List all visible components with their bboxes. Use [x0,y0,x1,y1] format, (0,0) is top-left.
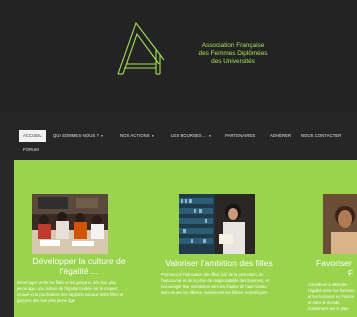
nav-label: NOUS CONTACTER [301,133,342,138]
nav-label: QUI SOMMES-NOUS ? [53,133,99,138]
feature-text: Promouvoir l'éducation des filles (clé d… [161,272,269,295]
feature-title-line: Favoriser [316,258,352,268]
nav-item-qui-sommes-nous[interactable]: QUI SOMMES-NOUS ? ▾ [53,130,103,142]
nav-label: ACCUEIL [23,133,42,138]
nav-item-forum[interactable]: FORUM [23,144,39,156]
nav-item-partenaires[interactable]: PARTENAIRES [225,130,255,142]
nav-item-adherer[interactable]: ADHÉRER [270,130,291,142]
women-photo [323,194,357,254]
feature-text: Contribuer à atteindre l'égalité entre l… [308,282,355,311]
site-title[interactable]: Association Française des Femmes Diplômé… [168,42,298,66]
feature-title-line: l'égalité ... [59,266,99,276]
classroom-photo [32,194,108,254]
afdu-logo-icon[interactable] [112,20,170,76]
chevron-down-icon: ▾ [208,134,211,138]
feature-title[interactable]: Développer la culture de l'égalité ... [14,256,144,276]
site-title-line-3: des Universités [211,58,255,65]
library-photo [179,194,255,254]
feature-title-line: Développer la culture de [32,256,126,266]
feature-title-line: F [348,268,354,278]
nav-label: PARTENAIRES [225,133,256,138]
chevron-down-icon: ▾ [152,134,154,138]
features-section: Développer la culture de l'égalité ... D… [14,160,357,317]
site-title-line-1: Association Française [201,42,265,49]
chevron-down-icon: ▾ [101,134,104,138]
feature-title[interactable]: Valoriser l'ambition des filles [154,258,284,268]
page: Association Française des Femmes Diplômé… [0,0,357,317]
nav-label: FORUM [23,147,39,152]
nav-item-nous-contacter[interactable]: NOUS CONTACTER [301,130,341,142]
feature-title[interactable]: Favoriser F [310,258,357,278]
site-header: Association Française des Femmes Diplômé… [0,0,357,112]
feature-text: Développer entre les filles et les garço… [17,280,124,303]
nav-item-les-bourses[interactable]: LES BOURSES ... ▾ [171,130,211,142]
main-nav: ACCUEIL QUI SOMMES-NOUS ? ▾ NOS ACTIONS … [0,112,357,160]
nav-item-nos-actions[interactable]: NOS ACTIONS ▾ [120,130,154,142]
nav-label: LES BOURSES ... [171,133,207,138]
nav-label: ADHÉRER [270,133,292,138]
nav-item-accueil[interactable]: ACCUEIL [19,130,46,142]
nav-label: NOS ACTIONS [120,133,150,138]
site-title-line-2: des Femmes Diplômées [198,50,268,57]
